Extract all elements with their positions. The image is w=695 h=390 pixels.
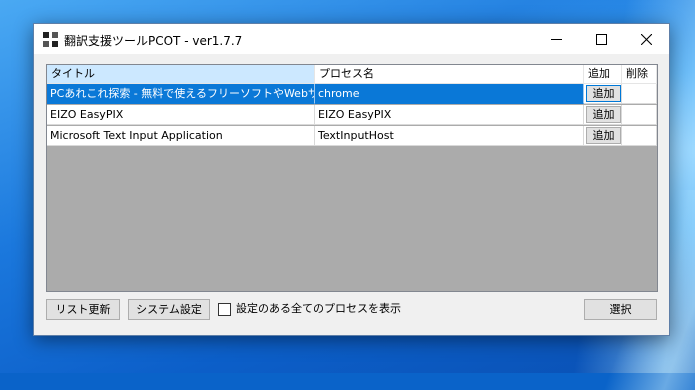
delete-cell	[622, 84, 657, 104]
column-header-delete[interactable]: 削除	[622, 65, 657, 83]
app-icon	[43, 32, 59, 48]
select-button[interactable]: 選択	[584, 299, 657, 320]
row-title: PCあれこれ探索 - 無料で使えるフリーソフトやWebサ...	[47, 84, 315, 104]
process-list[interactable]: タイトル プロセス名 追加 削除 PCあれこれ探索 - 無料で使えるフリーソフト…	[46, 64, 658, 292]
table-row[interactable]: Microsoft Text Input Application TextInp…	[47, 126, 657, 146]
window-title: 翻訳支援ツールPCOT - ver1.7.7	[64, 34, 243, 48]
row-process: chrome	[315, 84, 584, 104]
add-button[interactable]: 追加	[586, 127, 621, 144]
add-cell: 追加	[584, 105, 622, 125]
add-cell: 追加	[584, 84, 622, 104]
app-window: 翻訳支援ツールPCOT - ver1.7.7 タイトル プロセス名 追加 削除 …	[33, 23, 670, 336]
show-all-processes-checkbox[interactable]	[218, 303, 231, 316]
minimize-button[interactable]	[534, 24, 579, 54]
row-title: Microsoft Text Input Application	[47, 126, 315, 146]
system-settings-button[interactable]: システム設定	[128, 299, 210, 320]
maximize-button[interactable]	[579, 24, 624, 54]
add-button[interactable]: 追加	[586, 85, 621, 102]
table-row[interactable]: PCあれこれ探索 - 無料で使えるフリーソフトやWebサ... chrome 追…	[47, 84, 657, 104]
minimize-icon	[551, 38, 562, 40]
column-header-process[interactable]: プロセス名	[315, 65, 584, 83]
refresh-list-button[interactable]: リスト更新	[46, 299, 120, 320]
close-button[interactable]	[624, 24, 669, 54]
show-all-processes-label[interactable]: 設定のある全てのプロセスを表示	[236, 301, 401, 317]
delete-cell	[622, 105, 657, 125]
row-process: TextInputHost	[315, 126, 584, 146]
row-process: EIZO EasyPIX	[315, 105, 584, 125]
add-cell: 追加	[584, 126, 622, 146]
close-icon	[641, 33, 652, 45]
column-header-add[interactable]: 追加	[584, 65, 622, 83]
column-header-title[interactable]: タイトル	[47, 65, 315, 83]
delete-cell	[622, 126, 657, 146]
row-title: EIZO EasyPIX	[47, 105, 315, 125]
table-row[interactable]: EIZO EasyPIX EIZO EasyPIX 追加	[47, 105, 657, 125]
title-bar[interactable]: 翻訳支援ツールPCOT - ver1.7.7	[34, 24, 669, 54]
maximize-icon	[596, 33, 607, 45]
add-button[interactable]: 追加	[586, 106, 621, 123]
list-header: タイトル プロセス名 追加 削除	[47, 65, 657, 84]
